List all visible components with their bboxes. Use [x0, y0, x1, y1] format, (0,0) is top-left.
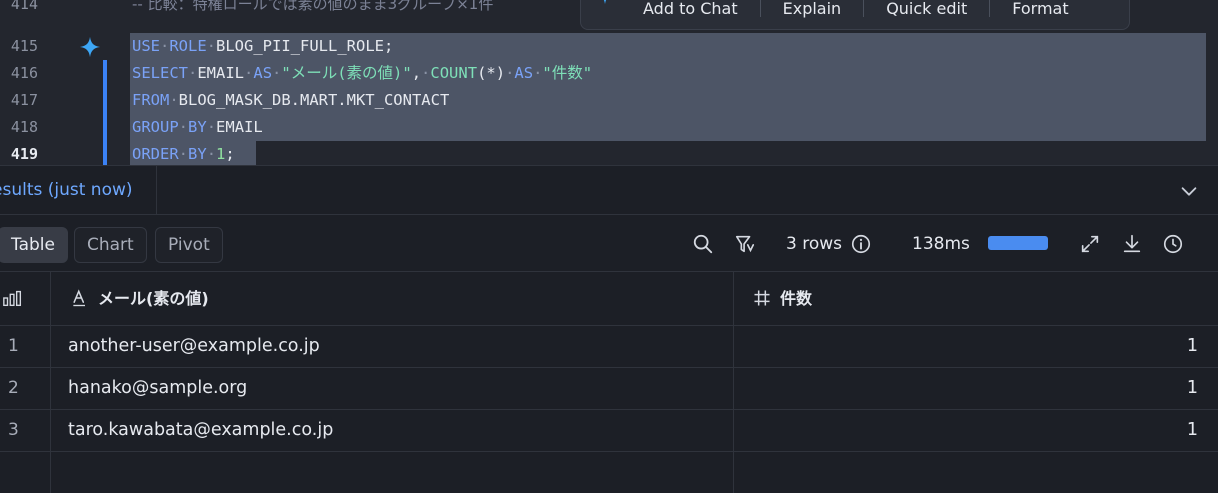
table-header: メール(素の値) 件数 [0, 272, 1218, 326]
column-label: 件数 [780, 289, 813, 308]
chevron-down-icon[interactable] [1178, 180, 1200, 202]
sql-editor[interactable]: 414 -- 比較：特権ロールでは素の値のまま3グループ×1件 415 USE·… [0, 0, 1218, 165]
code-line: GROUP·BY·EMAIL [132, 118, 263, 136]
number-type-icon [754, 290, 770, 306]
line-number: 418 [10, 118, 38, 136]
explain-button[interactable]: Explain [761, 0, 864, 18]
column-header-count[interactable]: 件数 [734, 272, 1218, 325]
change-indicator [103, 87, 107, 114]
table-row[interactable]: 1 another-user@example.co.jp 1 [0, 326, 1218, 368]
info-icon[interactable] [850, 233, 872, 255]
row-index-cell: 2 [0, 368, 51, 409]
selection-highlight [130, 114, 1206, 141]
email-value: another-user@example.co.jp [68, 336, 320, 356]
format-button[interactable]: Format [990, 0, 1090, 18]
row-index: 3 [8, 420, 19, 440]
progress-fill [988, 236, 1048, 250]
count-value: 1 [1186, 336, 1198, 356]
email-cell [50, 452, 734, 493]
elapsed-time: 138ms [912, 234, 970, 254]
count-cell: 1 [734, 326, 1218, 367]
email-value: taro.kawabata@example.co.jp [68, 420, 334, 440]
expand-icon[interactable] [1079, 233, 1101, 255]
row-count: 3 rows [786, 234, 842, 254]
email-cell: hanako@sample.org [50, 368, 734, 409]
selection-action-toolbar: Add to Chat Explain Quick edit Format [580, 0, 1130, 30]
row-index-cell [0, 452, 51, 493]
line-number: 419 [10, 145, 38, 163]
code-line: ORDER·BY·1; [132, 145, 235, 163]
count-value: 1 [1186, 420, 1198, 440]
table-row[interactable]: 2 hanako@sample.org 1 [0, 368, 1218, 410]
count-cell [734, 452, 1218, 493]
line-number: 417 [10, 91, 38, 109]
row-index: 2 [8, 378, 19, 398]
quick-edit-button[interactable]: Quick edit [864, 0, 989, 18]
download-icon[interactable] [1121, 233, 1143, 255]
column-stats-icon[interactable] [2, 287, 24, 309]
line-number: 414 [10, 0, 38, 13]
email-cell: taro.kawabata@example.co.jp [50, 410, 734, 451]
tab-chart[interactable]: Chart [74, 227, 147, 263]
filter-icon[interactable] [734, 233, 756, 255]
editor-line[interactable]: 418 GROUP·BY·EMAIL [0, 114, 1218, 141]
editor-line[interactable]: 415 USE·ROLE·BLOG_PII_FULL_ROLE; [0, 33, 1218, 60]
change-indicator [103, 141, 107, 165]
results-panel-header: esults (just now) [0, 165, 1218, 215]
row-index-cell: 1 [0, 326, 51, 367]
code-line: SELECT·EMAIL·AS·"メール(素の値)",·COUNT(*)·AS·… [132, 64, 593, 82]
text-type-icon [73, 289, 85, 307]
tab-pivot[interactable]: Pivot [155, 227, 223, 263]
row-index-cell: 3 [0, 410, 51, 451]
count-value: 1 [1186, 378, 1198, 398]
column-label: メール(素の値) [98, 289, 209, 308]
row-index-header [0, 272, 51, 325]
editor-line[interactable]: 417 FROM·BLOG_MASK_DB.MART.MKT_CONTACT [0, 87, 1218, 114]
sparkle-icon[interactable] [79, 36, 101, 58]
tab-table[interactable]: Table [0, 227, 68, 263]
results-table: メール(素の値) 件数 1 another-user@example.co.jp… [0, 272, 1218, 493]
email-cell: another-user@example.co.jp [50, 326, 734, 367]
history-icon[interactable] [1162, 233, 1184, 255]
search-icon[interactable] [692, 233, 714, 255]
code-line: FROM·BLOG_MASK_DB.MART.MKT_CONTACT [132, 91, 450, 109]
column-header-email[interactable]: メール(素の値) [50, 272, 734, 325]
table-row[interactable]: 3 taro.kawabata@example.co.jp 1 [0, 410, 1218, 452]
count-cell: 1 [734, 410, 1218, 451]
editor-line[interactable]: 419 ORDER·BY·1; [0, 141, 1218, 165]
change-indicator [103, 114, 107, 141]
line-number: 416 [10, 64, 38, 82]
sparkle-icon [603, 0, 607, 5]
change-indicator [103, 60, 107, 87]
code-line: USE·ROLE·BLOG_PII_FULL_ROLE; [132, 37, 394, 55]
editor-line[interactable]: 416 SELECT·EMAIL·AS·"メール(素の値)",·COUNT(*)… [0, 60, 1218, 87]
row-index: 1 [8, 336, 19, 356]
line-number: 415 [10, 37, 38, 55]
sql-comment: -- 比較：特権ロールでは素の値のまま3グループ×1件 [132, 0, 494, 13]
email-value: hanako@sample.org [68, 378, 248, 398]
table-row-empty [0, 452, 1218, 493]
count-cell: 1 [734, 368, 1218, 409]
query-progress-bar [988, 236, 1048, 250]
results-tab[interactable]: esults (just now) [0, 166, 157, 214]
